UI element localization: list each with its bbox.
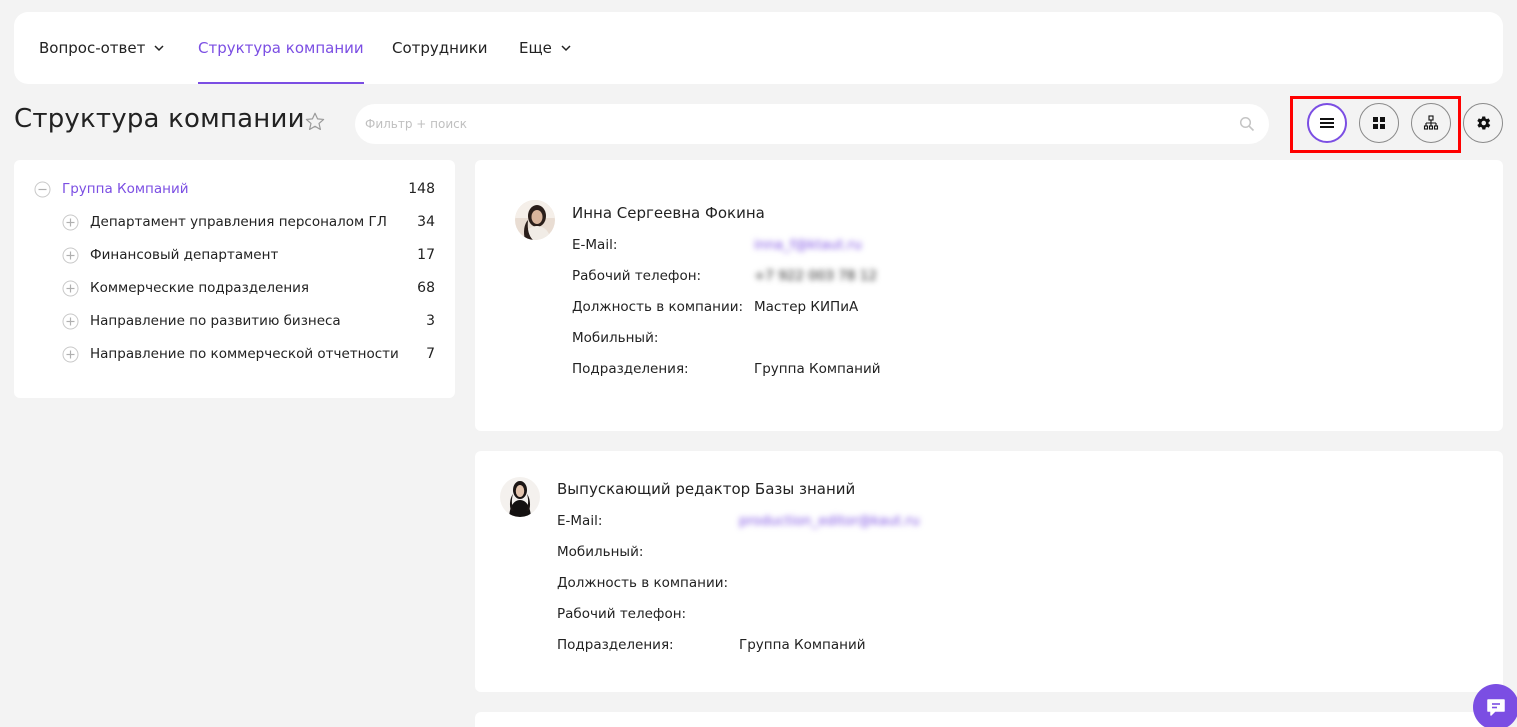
list-view-button[interactable]: [1307, 103, 1347, 143]
expand-icon[interactable]: [62, 214, 79, 231]
field-label: Подразделения:: [557, 637, 674, 653]
employee-name: Выпускающий редактор Базы знаний: [557, 480, 856, 498]
field-label: Рабочий телефон:: [557, 606, 687, 622]
tree-item-count: 34: [417, 214, 435, 230]
expand-icon[interactable]: [62, 247, 79, 264]
employee-name: Инна Сергеевна Фокина: [572, 204, 765, 222]
search-icon[interactable]: [1239, 116, 1255, 132]
tree-item-count: 17: [417, 247, 435, 263]
gear-icon: [1477, 116, 1491, 130]
tree-item-label: Коммерческие подразделения: [90, 280, 310, 296]
expand-icon[interactable]: [62, 346, 79, 363]
avatar[interactable]: [515, 200, 555, 240]
employee-card[interactable]: [475, 712, 1503, 727]
settings-button[interactable]: [1463, 103, 1503, 143]
top-navigation: Вопрос-ответ Структура компании Сотрудни…: [14, 12, 1503, 84]
tree-item-count: 3: [426, 313, 435, 329]
employee-card[interactable]: Выпускающий редактор Базы знаний E-Mail:…: [475, 451, 1503, 692]
list-icon: [1320, 118, 1334, 128]
nav-item-label: Структура компании: [198, 39, 364, 57]
field-label: E-Mail:: [557, 513, 603, 529]
tree-item[interactable]: Направление по коммерческой отчетности 7: [14, 342, 455, 366]
grid-view-button[interactable]: [1359, 103, 1399, 143]
avatar[interactable]: [500, 477, 540, 517]
chat-button[interactable]: [1473, 684, 1517, 727]
field-label: Подразделения:: [572, 361, 689, 377]
tree-item-label: Департамент управления персоналом ГЛ: [90, 214, 387, 230]
tree-item-label: Финансовый департамент: [90, 247, 279, 263]
tree-item-label: Группа Компаний: [62, 181, 189, 197]
field-value: Группа Компаний: [754, 361, 881, 377]
nav-item-label: Сотрудники: [392, 39, 488, 57]
search-input[interactable]: [365, 104, 1225, 144]
field-label: Должность в компании:: [557, 575, 729, 591]
chevron-down-icon: [154, 45, 164, 52]
tree-item-count: 7: [426, 346, 435, 362]
tree-item[interactable]: Коммерческие подразделения 68: [14, 276, 455, 300]
nav-item-faq[interactable]: Вопрос-ответ: [39, 12, 165, 84]
email-link[interactable]: production_editor@kaut.ru: [739, 513, 920, 529]
favorite-star-icon[interactable]: [304, 111, 326, 133]
nav-item-label: Еще: [519, 39, 552, 57]
tree-item-count: 148: [408, 181, 435, 197]
tree-item[interactable]: Финансовый департамент 17: [14, 243, 455, 267]
nav-item-label: Вопрос-ответ: [39, 39, 146, 57]
grid-icon: [1373, 117, 1385, 129]
tree-item-label: Направление по коммерческой отчетности: [90, 346, 399, 362]
employee-card[interactable]: Инна Сергеевна Фокина E-Mail: inna_f@kta…: [475, 160, 1503, 431]
field-label: Мобильный:: [557, 544, 644, 560]
field-label: Должность в компании:: [572, 299, 744, 315]
field-label: Мобильный:: [572, 330, 659, 346]
tree-item[interactable]: Департамент управления персоналом ГЛ 34: [14, 210, 455, 234]
nav-item-company-structure[interactable]: Структура компании: [198, 12, 364, 84]
org-chart-icon: [1423, 115, 1439, 130]
nav-item-employees[interactable]: Сотрудники: [392, 12, 488, 84]
field-label: Рабочий телефон:: [572, 268, 702, 284]
expand-icon[interactable]: [62, 313, 79, 330]
tree-item[interactable]: Направление по развитию бизнеса 3: [14, 309, 455, 333]
org-chart-view-button[interactable]: [1411, 103, 1451, 143]
email-link[interactable]: inna_f@ktaut.ru: [754, 237, 862, 253]
field-value: Мастер КИПиА: [754, 299, 859, 315]
chat-icon: [1487, 699, 1505, 716]
field-value: +7 922 003 78 12: [754, 268, 877, 284]
page-title: Структура компании: [14, 104, 305, 134]
field-value: Группа Компаний: [739, 637, 866, 653]
nav-item-more[interactable]: Еще: [519, 12, 572, 84]
field-label: E-Mail:: [572, 237, 618, 253]
chevron-down-icon: [561, 45, 571, 52]
search-bar: [355, 104, 1269, 144]
tree-item-label: Направление по развитию бизнеса: [90, 313, 341, 329]
tree-item-root[interactable]: Группа Компаний 148: [14, 177, 455, 201]
expand-icon[interactable]: [62, 280, 79, 297]
tree-item-count: 68: [417, 280, 435, 296]
department-tree: Группа Компаний 148 Департамент управлен…: [14, 160, 455, 398]
collapse-icon[interactable]: [34, 181, 51, 198]
